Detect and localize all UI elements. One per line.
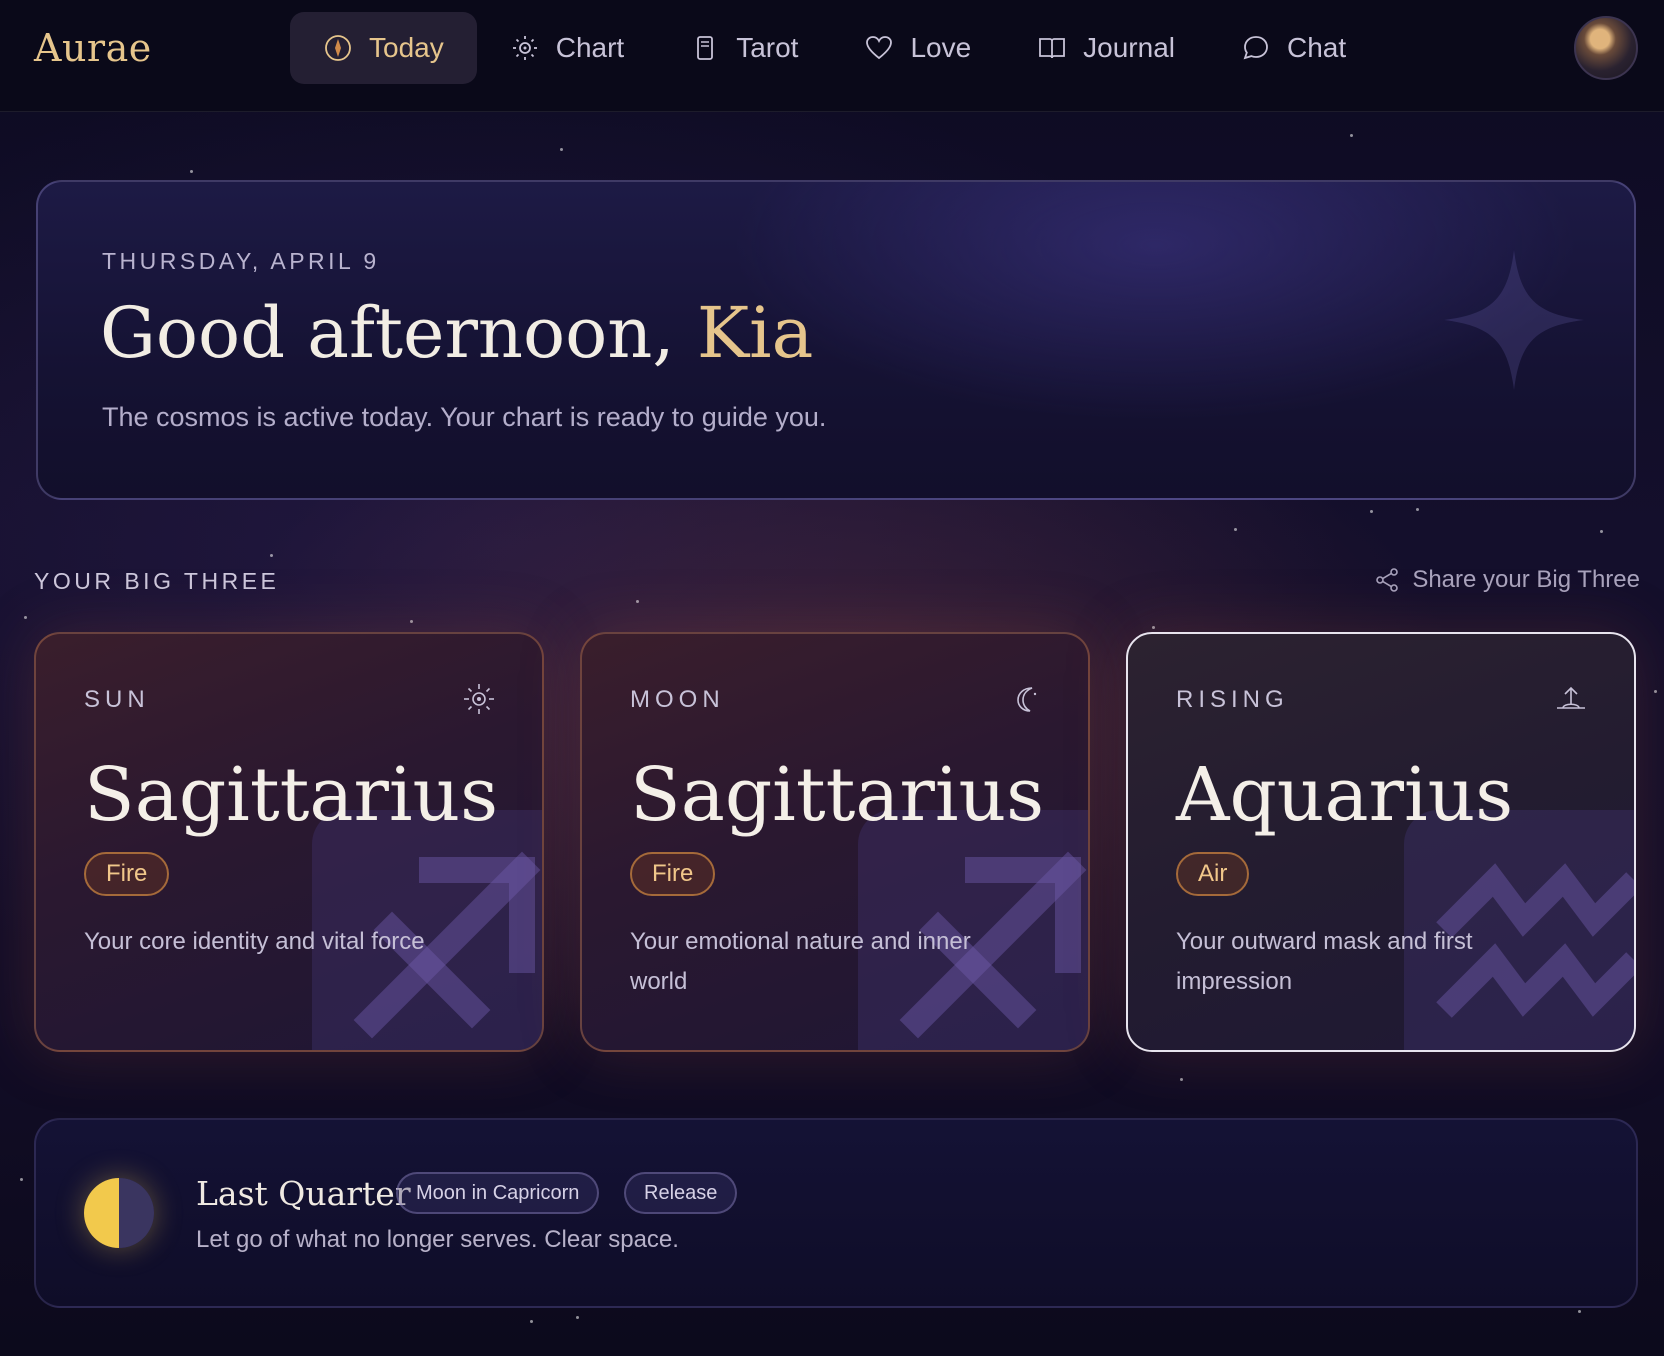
last-quarter-moon-icon [84,1178,154,1248]
user-avatar[interactable] [1574,16,1638,80]
moon-icon [1017,687,1037,712]
sun-chart-icon [512,36,537,60]
tab-chat[interactable]: Chat [1208,12,1379,84]
top-nav: Aurae Today Chart Tarot Love Journal Cha… [0,0,1664,112]
card-description: Your emotional nature and inner world [630,928,971,995]
card-label: SUN [84,686,150,713]
greeting-text: Good afternoon, [100,292,697,374]
tab-chart[interactable]: Chart [477,12,657,84]
card-sign: Sagittarius [630,752,1045,838]
app-logo[interactable]: Aurae [34,26,152,70]
tab-today[interactable]: Today [290,12,477,84]
tab-journal[interactable]: Journal [1004,12,1208,84]
heart-icon [866,36,893,60]
moon-phase-title: Last Quarter [196,1174,411,1213]
tab-tarot-label: Tarot [736,32,799,63]
share-big-three-button[interactable]: Share your Big Three [1374,566,1640,594]
tab-chart-label: Chart [555,32,625,63]
card-label: MOON [630,686,725,713]
card-description: Your core identity and vital force [84,928,425,955]
chat-bubble-icon [1243,36,1268,60]
element-badge: Fire [84,852,170,896]
card-sign: Aquarius [1176,752,1514,838]
moon-phase-card[interactable]: Last Quarter Moon in Capricorn Release L… [34,1118,1638,1308]
card-icon [697,36,714,60]
current-date: THURSDAY, APRIL 9 [102,248,380,274]
sun-icon [464,684,494,714]
tab-love[interactable]: Love [831,12,1004,84]
rising-sign-card[interactable]: RISING Aquarius Air Your outward mask an… [1126,632,1636,1052]
card-description: Your outward mask and first impression [1176,928,1473,995]
share-label: Share your Big Three [1412,566,1640,593]
sunrise-icon [1557,686,1585,709]
moon-sign-chip: Moon in Capricorn [396,1172,600,1214]
moon-theme-chip: Release [624,1172,738,1214]
share-icon [1376,568,1399,592]
tab-love-label: Love [910,32,972,63]
card-label: RISING [1176,686,1289,713]
user-name: Kia [696,292,814,374]
compass-icon [325,35,351,61]
moon-sign-card[interactable]: MOON Sagittarius Fire Your emotional nat… [580,632,1090,1052]
moon-phase-description: Let go of what no longer serves. Clear s… [196,1226,679,1253]
greeting-subtitle: The cosmos is active today. Your chart i… [102,402,827,432]
nav-tabs: Today Chart Tarot Love Journal Chat [290,12,1379,84]
tab-tarot[interactable]: Tarot [657,12,831,84]
sparkle-icon [1444,250,1584,390]
book-icon [1039,38,1066,59]
tab-journal-label: Journal [1083,32,1175,63]
tab-chat-label: Chat [1287,32,1347,63]
element-badge: Fire [630,852,716,896]
element-badge: Air [1176,852,1250,896]
greeting-title: Good afternoon, Kia [100,292,813,374]
sun-sign-card[interactable]: SUN Sagittarius Fire Your core identity … [34,632,544,1052]
tab-today-label: Today [369,32,444,63]
big-three-heading: YOUR BIG THREE [34,568,280,594]
greeting-hero: THURSDAY, APRIL 9 Good afternoon, Kia Th… [36,180,1636,500]
card-sign: Sagittarius [84,752,499,838]
